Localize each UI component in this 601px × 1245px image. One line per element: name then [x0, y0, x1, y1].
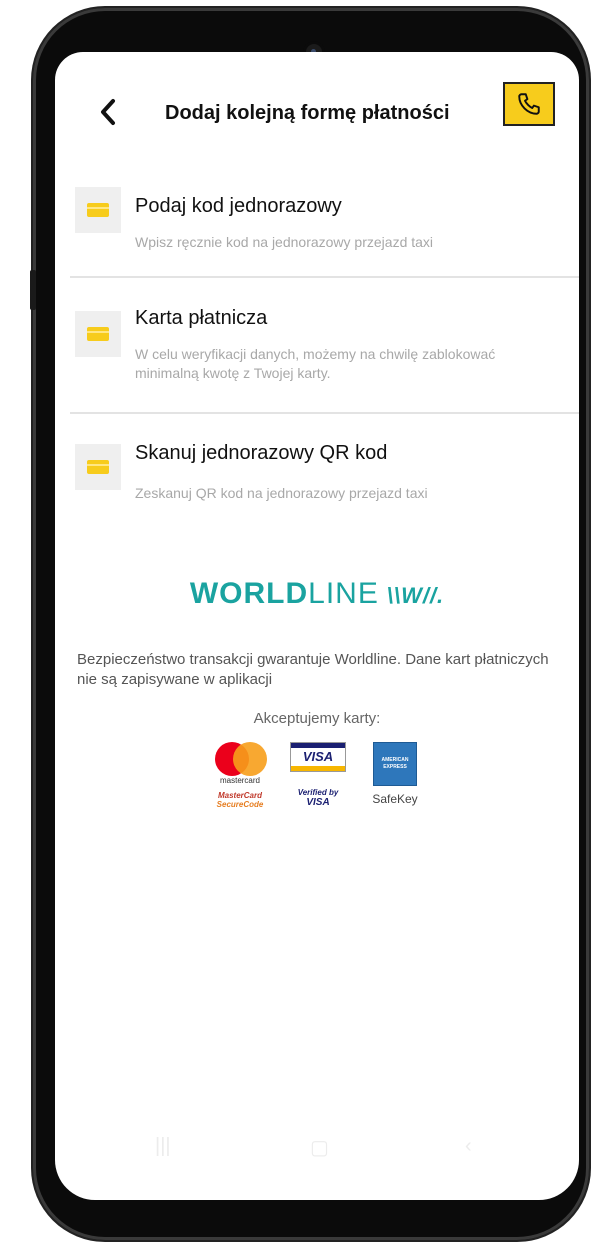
back-nav-icon[interactable]: ‹ — [465, 1135, 472, 1158]
credit-card-icon — [87, 327, 109, 341]
payment-option-card[interactable]: Karta płatnicza W celu weryfikacji danyc… — [55, 307, 579, 407]
recent-apps-icon[interactable]: ||| — [155, 1135, 171, 1158]
visa-logo: VISA Verified by VISA — [288, 742, 348, 808]
mastercard-wordmark: mastercard — [219, 776, 260, 785]
app-screen: Dodaj kolejną formę płatności Podaj kod … — [55, 52, 579, 1200]
option-description: W celu weryfikacji danych, możemy na chw… — [135, 346, 496, 381]
credit-card-icon — [87, 203, 109, 217]
option-title: Podaj kod jednorazowy — [135, 195, 342, 217]
security-notice: Bezpieczeństwo transakcji gwarantuje Wor… — [77, 651, 549, 688]
verified-by-visa-line2: VISA — [306, 797, 330, 808]
option-title: Karta płatnicza — [135, 307, 268, 329]
amex-line2: EXPRESS — [383, 764, 407, 770]
header: Dodaj kolejną formę płatności — [55, 82, 579, 142]
payment-option-qr-code[interactable]: Skanuj jednorazowy QR kod Zeskanuj QR ko… — [55, 440, 579, 520]
card-logos: mastercard MasterCard SecureCode VISA Ve… — [210, 742, 440, 832]
worldline-logo: WORLDLINE \\W//. — [55, 577, 579, 611]
mastercard-circles-icon — [215, 742, 267, 776]
mastercard-logo: mastercard MasterCard SecureCode — [210, 742, 270, 809]
option-description: Wpisz ręcznie kod na jednorazowy przejaz… — [135, 234, 434, 250]
card-icon-container — [75, 444, 121, 490]
option-description: Zeskanuj QR kod na jednorazowy przejazd … — [135, 485, 428, 501]
credit-card-icon — [87, 460, 109, 474]
safekey-label: SafeKey — [372, 792, 418, 806]
visa-card-icon: VISA — [290, 742, 346, 772]
accepted-cards-label: Akceptujemy karty: — [253, 710, 381, 727]
divider — [70, 412, 579, 414]
call-button[interactable] — [503, 82, 555, 126]
payment-option-one-time-code[interactable]: Podaj kod jednorazowy Wpisz ręcznie kod … — [55, 187, 579, 275]
mastercard-securecode-line1: MasterCard — [217, 791, 262, 800]
card-icon-container — [75, 311, 121, 357]
worldline-logo-bold: WORLD — [189, 577, 309, 610]
card-icon-container — [75, 187, 121, 233]
amex-logo: AMERICAN EXPRESS SafeKey — [365, 742, 425, 806]
amex-card-icon: AMERICAN EXPRESS — [373, 742, 417, 786]
worldline-logo-light: LINE — [308, 577, 379, 610]
back-button[interactable] — [93, 94, 123, 130]
system-nav-bar: ||| ▢ ‹ — [55, 1127, 579, 1167]
home-icon[interactable]: ▢ — [310, 1135, 329, 1160]
page-title: Dodaj kolejną formę płatności — [165, 102, 450, 124]
option-title: Skanuj jednorazowy QR kod — [135, 442, 388, 464]
amex-line1: AMERICAN — [381, 757, 409, 763]
chevron-left-icon — [101, 99, 115, 125]
visa-wordmark: VISA — [302, 749, 334, 764]
phone-icon — [518, 93, 540, 115]
worldline-mark-icon: \\W//. — [386, 583, 445, 608]
side-button — [30, 270, 36, 310]
divider — [70, 276, 579, 278]
mastercard-securecode-line2: SecureCode — [216, 800, 264, 809]
